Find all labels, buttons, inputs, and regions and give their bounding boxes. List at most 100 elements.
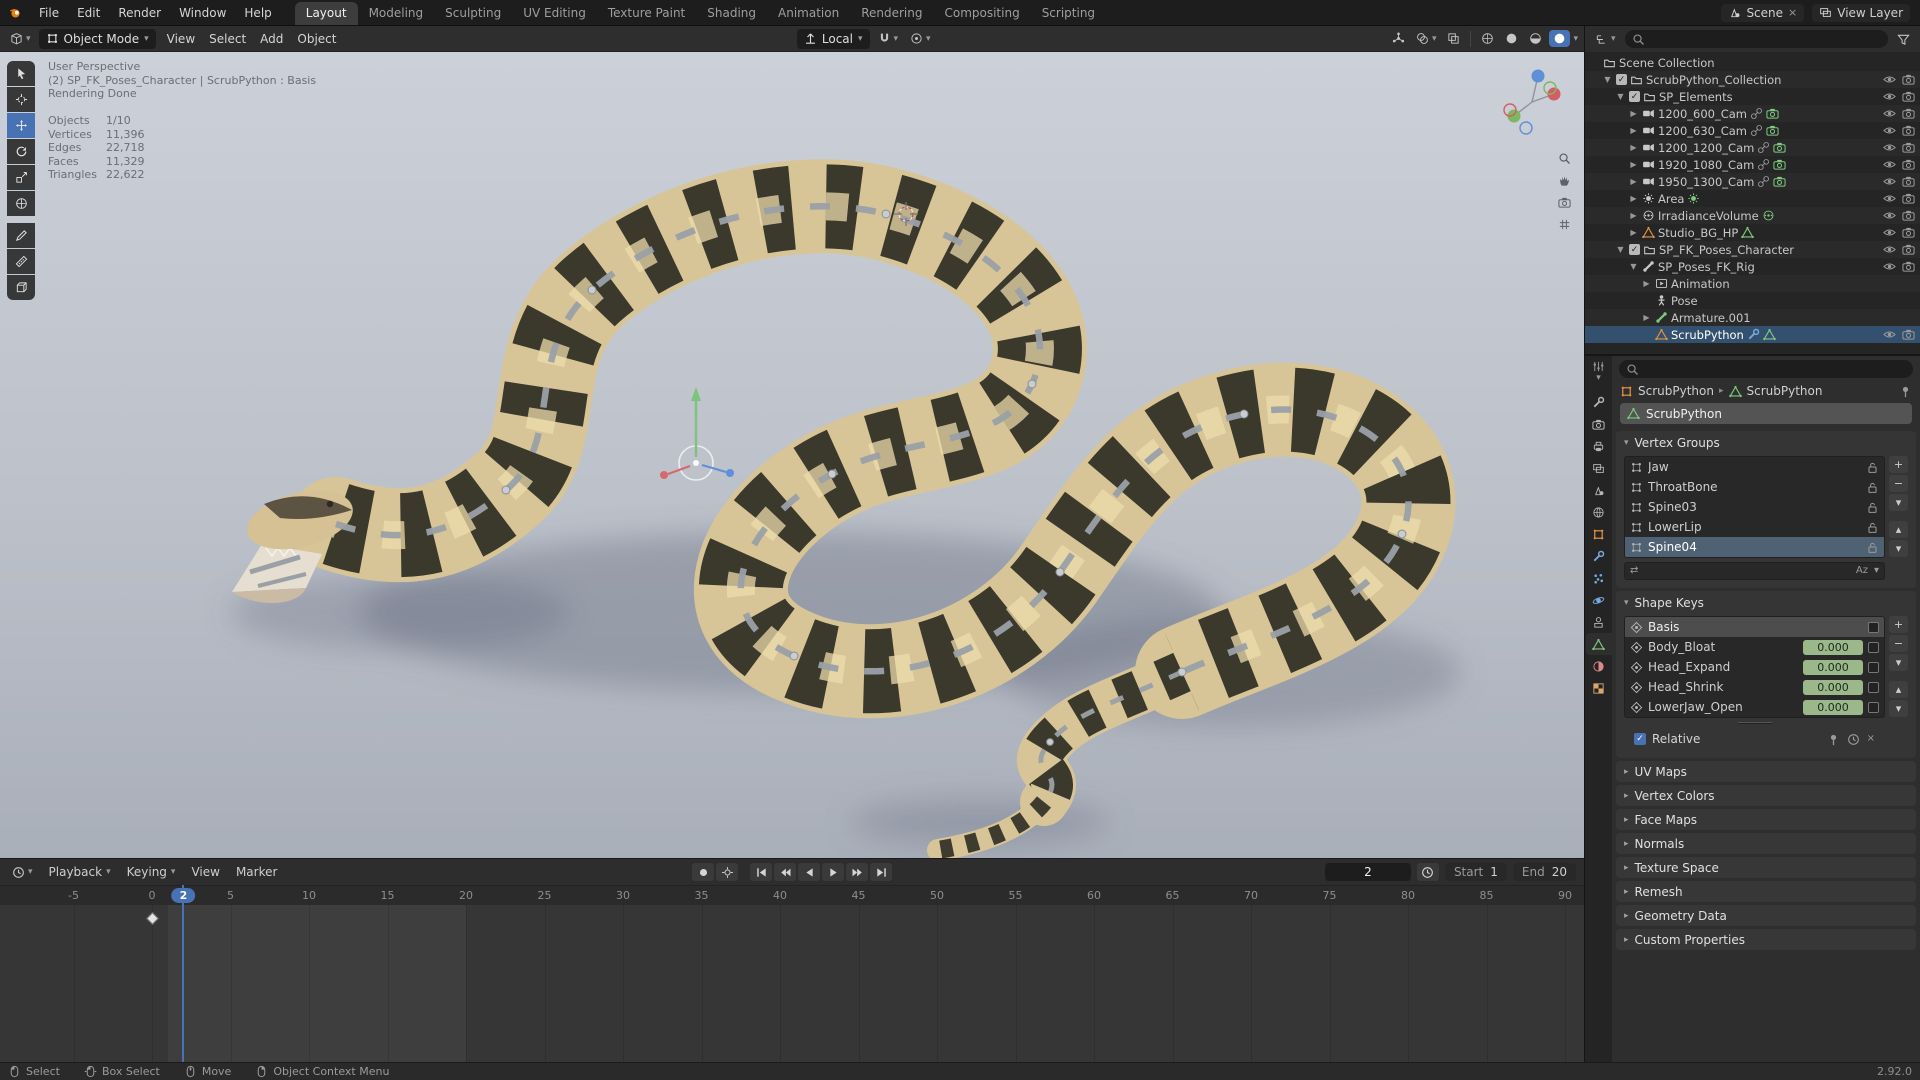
vertex-group-row-jaw[interactable]: Jaw <box>1625 457 1884 477</box>
vertex-groups-filter-bar[interactable]: ⇄ Az ▾ <box>1624 562 1885 580</box>
hide-in-viewport-icon[interactable] <box>1883 141 1896 154</box>
toggle-camera-view-icon[interactable] <box>1558 196 1571 209</box>
mode-select[interactable]: Object Mode ▾ <box>38 28 156 49</box>
outliner-row-1950-1300-cam[interactable]: ▶ 1950_1300_Cam <box>1585 173 1920 190</box>
pin-icon[interactable] <box>1827 733 1840 746</box>
vertex-group-row-spine04[interactable]: Spine04 <box>1625 537 1884 557</box>
lock-icon[interactable] <box>1866 461 1879 474</box>
disable-in-renders-icon[interactable] <box>1902 175 1915 188</box>
menu-render[interactable]: Render <box>109 6 170 20</box>
play-reverse-button[interactable] <box>798 863 820 881</box>
shape-key-value[interactable]: 0.000 <box>1803 659 1863 675</box>
hide-in-viewport-icon[interactable] <box>1883 175 1896 188</box>
tool-select-box[interactable] <box>7 61 35 86</box>
properties-tab-texture[interactable] <box>1586 677 1612 699</box>
breadcrumb-object[interactable]: ScrubPython <box>1638 384 1714 398</box>
viewport-menu-object[interactable]: Object <box>290 32 343 46</box>
current-frame-field[interactable]: 2 <box>1324 863 1411 881</box>
sort-alpha-icon[interactable]: Az <box>1856 566 1868 576</box>
disclosure-closed-icon[interactable]: ▶ <box>1641 279 1652 288</box>
tool-scale[interactable] <box>7 165 35 190</box>
disable-in-renders-icon[interactable] <box>1902 328 1915 341</box>
menu-edit[interactable]: Edit <box>68 6 109 20</box>
properties-tab-particles[interactable] <box>1586 567 1612 589</box>
disclosure-closed-icon[interactable]: ▶ <box>1628 143 1639 152</box>
shading-rendered-button[interactable] <box>1549 30 1571 47</box>
end-frame-field[interactable]: End 20 <box>1512 863 1576 881</box>
disclosure-closed-icon[interactable]: ▶ <box>1628 228 1639 237</box>
tool-rotate[interactable] <box>7 139 35 164</box>
properties-tab-world[interactable] <box>1586 501 1612 523</box>
workspace-tab-compositing[interactable]: Compositing <box>933 2 1030 25</box>
workspace-tab-modeling[interactable]: Modeling <box>358 2 435 25</box>
disable-in-renders-icon[interactable] <box>1902 90 1915 103</box>
properties-tab-active-tool[interactable] <box>1586 391 1612 413</box>
sort-reverse-icon[interactable]: ▾ <box>1874 566 1879 576</box>
properties-search-input[interactable] <box>1619 360 1913 378</box>
jump-to-end-button[interactable] <box>870 863 892 881</box>
outliner-row-animation[interactable]: ▶ Animation <box>1585 275 1920 292</box>
properties-tab-view-layer[interactable] <box>1586 457 1612 479</box>
shape-key-row-head-expand[interactable]: Head_Expand 0.000 <box>1625 657 1884 677</box>
outliner-row-1200-630-cam[interactable]: ▶ 1200_630_Cam <box>1585 122 1920 139</box>
menu-help[interactable]: Help <box>235 6 280 20</box>
keying-set-button[interactable] <box>716 863 738 881</box>
panel-header-custom-properties[interactable]: ▸ Custom Properties <box>1616 929 1916 950</box>
outliner-row-pose[interactable]: Pose <box>1585 292 1920 309</box>
shape-key-mute-checkbox[interactable] <box>1868 661 1879 673</box>
breadcrumb-data[interactable]: ScrubPython <box>1747 384 1823 398</box>
collection-checkbox[interactable]: ✓ <box>1629 244 1640 255</box>
lock-icon[interactable] <box>1866 501 1879 514</box>
shape-key-mute-checkbox[interactable] <box>1868 701 1879 713</box>
disclosure-closed-icon[interactable]: ▶ <box>1628 194 1639 203</box>
outliner-row-scrubpython[interactable]: ScrubPython <box>1585 326 1920 343</box>
properties-tab-render[interactable] <box>1586 413 1612 435</box>
properties-tab-object-data[interactable] <box>1585 633 1612 655</box>
collection-checkbox[interactable]: ✓ <box>1629 91 1640 102</box>
clear-shape-keys-icon[interactable]: × <box>1867 733 1875 746</box>
transform-orientation-select[interactable]: Local ▾ <box>796 28 870 49</box>
zoom-icon[interactable] <box>1558 152 1571 165</box>
playhead[interactable] <box>182 885 185 1062</box>
disable-in-renders-icon[interactable] <box>1902 243 1915 256</box>
workspace-tab-texture-paint[interactable]: Texture Paint <box>597 2 696 25</box>
disclosure-closed-icon[interactable]: ▶ <box>1628 177 1639 186</box>
panel-header-face-maps[interactable]: ▸ Face Maps <box>1616 809 1916 830</box>
hide-in-viewport-icon[interactable] <box>1883 107 1896 120</box>
x-ray-button[interactable] <box>1443 30 1464 47</box>
panel-header-remesh[interactable]: ▸ Remesh <box>1616 881 1916 902</box>
shading-wireframe-button[interactable] <box>1477 30 1498 47</box>
hide-in-viewport-icon[interactable] <box>1883 124 1896 137</box>
vertex-group-row-lowerlip[interactable]: LowerLip <box>1625 517 1884 537</box>
viewport-3d[interactable]: User Perspective (2) SP_FK_Poses_Characte… <box>0 52 1584 858</box>
panel-header-geometry-data[interactable]: ▸ Geometry Data <box>1616 905 1916 926</box>
datablock-name-field[interactable]: ScrubPython <box>1620 403 1912 424</box>
view-layer-selector[interactable]: View Layer <box>1812 3 1910 22</box>
disable-in-renders-icon[interactable] <box>1902 158 1915 171</box>
keyframe-diamond[interactable] <box>145 912 159 925</box>
properties-tab-material[interactable] <box>1586 655 1612 677</box>
clock-icon[interactable] <box>1847 733 1860 746</box>
timeline-menu-marker[interactable]: Marker <box>228 865 285 879</box>
workspace-tab-shading[interactable]: Shading <box>696 2 767 25</box>
remove-vertex-group-button[interactable]: − <box>1889 475 1908 492</box>
timeline-menu-playback[interactable]: Playback ▾ <box>41 865 119 879</box>
disclosure-closed-icon[interactable]: ▶ <box>1628 109 1639 118</box>
shape-key-mute-checkbox[interactable] <box>1868 621 1879 633</box>
properties-tab-object[interactable] <box>1586 523 1612 545</box>
disclosure-open-icon[interactable]: ▼ <box>1602 75 1613 84</box>
collection-checkbox[interactable]: ✓ <box>1616 74 1627 85</box>
workspace-tab-animation[interactable]: Animation <box>767 2 850 25</box>
remove-shape-key-button[interactable]: − <box>1889 635 1908 652</box>
workspace-tab-scripting[interactable]: Scripting <box>1031 2 1106 25</box>
outliner-row-1200-1200-cam[interactable]: ▶ 1200_1200_Cam <box>1585 139 1920 156</box>
disclosure-open-icon[interactable]: ▼ <box>1615 245 1626 254</box>
hide-in-viewport-icon[interactable] <box>1883 192 1896 205</box>
properties-tab-scene[interactable] <box>1586 479 1612 501</box>
vertex-groups-panel-header[interactable]: ▾ Vertex Groups <box>1616 431 1916 454</box>
move-shape-key-down-button[interactable]: ▾ <box>1889 700 1908 717</box>
disable-in-renders-icon[interactable] <box>1902 192 1915 205</box>
vertex-group-specials-button[interactable]: ▾ <box>1889 494 1908 511</box>
disable-in-renders-icon[interactable] <box>1902 226 1915 239</box>
lock-icon[interactable] <box>1866 521 1879 534</box>
